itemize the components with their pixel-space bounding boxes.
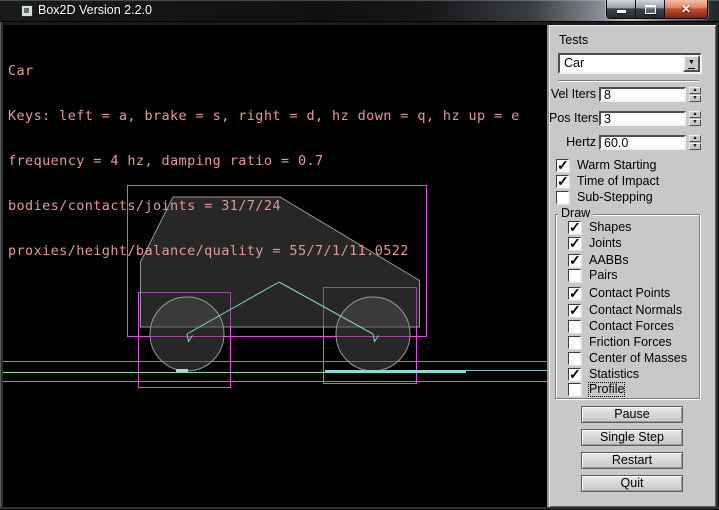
contact-forces-checkbox-box[interactable] — [568, 320, 581, 333]
contact-points-label: Contact Points — [589, 287, 670, 300]
statistics-checkbox-box[interactable] — [568, 368, 581, 381]
tests-dropdown-arrow-button[interactable]: ▼ — [683, 55, 700, 72]
checkbox-contact-normals[interactable]: Contact Normals — [568, 304, 682, 317]
checkbox-contact-forces[interactable]: Contact Forces — [568, 320, 674, 333]
pos-iters-row: Pos Iters ▲ ▼ — [549, 111, 718, 126]
spinner-down-icon[interactable]: ▼ — [689, 119, 701, 126]
joints-checkbox-box[interactable] — [568, 237, 581, 250]
checkbox-joints[interactable]: Joints — [568, 237, 622, 250]
vel-iters-spinner: ▲ ▼ — [689, 87, 701, 102]
pos-iters-input[interactable] — [599, 111, 686, 126]
spinner-down-icon[interactable]: ▼ — [689, 143, 701, 150]
warm-starting-label: Warm Starting — [577, 159, 656, 172]
contact-normals-label: Contact Normals — [589, 304, 682, 317]
restart-button[interactable]: Restart — [581, 452, 683, 469]
single-step-button[interactable]: Single Step — [581, 429, 683, 446]
checkbox-warm-starting[interactable]: Warm Starting — [556, 159, 656, 172]
center-of-masses-checkbox-box[interactable] — [568, 352, 581, 365]
close-button[interactable]: ✕ — [665, 0, 707, 18]
contact-points-checkbox-box[interactable] — [568, 287, 581, 300]
window-controls: ✕ — [606, 0, 708, 19]
hertz-row: Hertz ▲ ▼ — [549, 135, 718, 150]
shapes-label: Shapes — [589, 221, 631, 234]
spinner-up-icon[interactable]: ▲ — [689, 87, 701, 94]
profile-label: Profile — [589, 383, 624, 396]
vel-iters-label: Vel Iters — [549, 87, 596, 102]
checkbox-contact-points[interactable]: Contact Points — [568, 287, 670, 300]
contact-forces-label: Contact Forces — [589, 320, 674, 333]
debug-text-block: Car Keys: left = a, brake = s, right = d… — [8, 34, 520, 289]
maximize-icon — [645, 5, 656, 14]
simulation-canvas[interactable]: Car Keys: left = a, brake = s, right = d… — [3, 25, 547, 507]
shapes-checkbox-box[interactable] — [568, 221, 581, 234]
contact-normals-checkbox-box[interactable] — [568, 304, 581, 317]
box2d-window: Box2D Version 2.2.0 ✕ — [0, 0, 719, 510]
time-of-impact-label: Time of Impact — [577, 175, 659, 188]
pairs-checkbox-box[interactable] — [568, 269, 581, 282]
frequency-text: frequency = 4 hz, damping ratio = 0.7 — [8, 154, 520, 169]
control-panel: Tests Car ▼ Vel Iters ▲ ▼ Pos Iters — [547, 25, 716, 507]
checkbox-pairs[interactable]: Pairs — [568, 269, 617, 282]
aabbs-label: AABBs — [589, 254, 629, 267]
bodies-stats-text: bodies/contacts/joints = 31/7/24 — [8, 199, 520, 214]
pause-button[interactable]: Pause — [581, 406, 683, 423]
spinner-up-icon[interactable]: ▲ — [689, 135, 701, 142]
joints-label: Joints — [589, 237, 622, 250]
test-title-text: Car — [8, 64, 520, 79]
checkbox-shapes[interactable]: Shapes — [568, 221, 631, 234]
center-of-masses-label: Center of Masses — [589, 352, 687, 365]
bridge-joint-line-thick — [325, 370, 466, 373]
chevron-down-icon: ▼ — [688, 59, 695, 69]
separator-line — [558, 80, 699, 82]
time-of-impact-checkbox-box[interactable] — [556, 175, 569, 188]
warm-starting-checkbox-box[interactable] — [556, 159, 569, 172]
vel-iters-input[interactable] — [599, 87, 686, 102]
window-title: Box2D Version 2.2.0 — [38, 0, 152, 22]
tests-dropdown[interactable]: Car ▼ — [558, 53, 702, 74]
friction-forces-label: Friction Forces — [589, 336, 672, 349]
sub-stepping-label: Sub-Stepping — [577, 191, 653, 204]
sub-stepping-checkbox-box[interactable] — [556, 191, 569, 204]
close-icon: ✕ — [681, 1, 691, 17]
app-icon — [21, 5, 33, 17]
quit-button[interactable]: Quit — [581, 475, 683, 492]
hertz-input[interactable] — [599, 135, 686, 150]
tests-selected-value: Car — [564, 56, 584, 71]
contact-point-mark — [176, 369, 188, 372]
checkbox-profile[interactable]: Profile — [568, 383, 624, 396]
maximize-button[interactable] — [635, 0, 665, 18]
minimize-button[interactable] — [607, 0, 635, 18]
keys-help-text: Keys: left = a, brake = s, right = d, hz… — [8, 109, 520, 124]
tests-label: Tests — [559, 33, 588, 47]
pos-iters-spinner: ▲ ▼ — [689, 111, 701, 126]
checkbox-aabbs[interactable]: AABBs — [568, 254, 629, 267]
pairs-label: Pairs — [589, 269, 617, 282]
statistics-label: Statistics — [589, 368, 639, 381]
hertz-label: Hertz — [549, 135, 596, 150]
checkbox-center-of-masses[interactable]: Center of Masses — [568, 352, 687, 365]
profile-checkbox-box[interactable] — [568, 383, 581, 396]
friction-forces-checkbox-box[interactable] — [568, 336, 581, 349]
aabbs-checkbox-box[interactable] — [568, 254, 581, 267]
spinner-up-icon[interactable]: ▲ — [689, 111, 701, 118]
spinner-down-icon[interactable]: ▼ — [689, 95, 701, 102]
checkbox-friction-forces[interactable]: Friction Forces — [568, 336, 672, 349]
hertz-spinner: ▲ ▼ — [689, 135, 701, 150]
minimize-icon — [617, 10, 626, 13]
checkbox-statistics[interactable]: Statistics — [568, 368, 639, 381]
checkbox-time-of-impact[interactable]: Time of Impact — [556, 175, 659, 188]
proxies-stats-text: proxies/height/balance/quality = 55/7/1/… — [8, 244, 520, 259]
vel-iters-row: Vel Iters ▲ ▼ — [549, 87, 718, 102]
pos-iters-label: Pos Iters — [549, 111, 596, 126]
checkbox-sub-stepping[interactable]: Sub-Stepping — [556, 191, 653, 204]
titlebar[interactable]: Box2D Version 2.2.0 ✕ — [0, 0, 719, 22]
